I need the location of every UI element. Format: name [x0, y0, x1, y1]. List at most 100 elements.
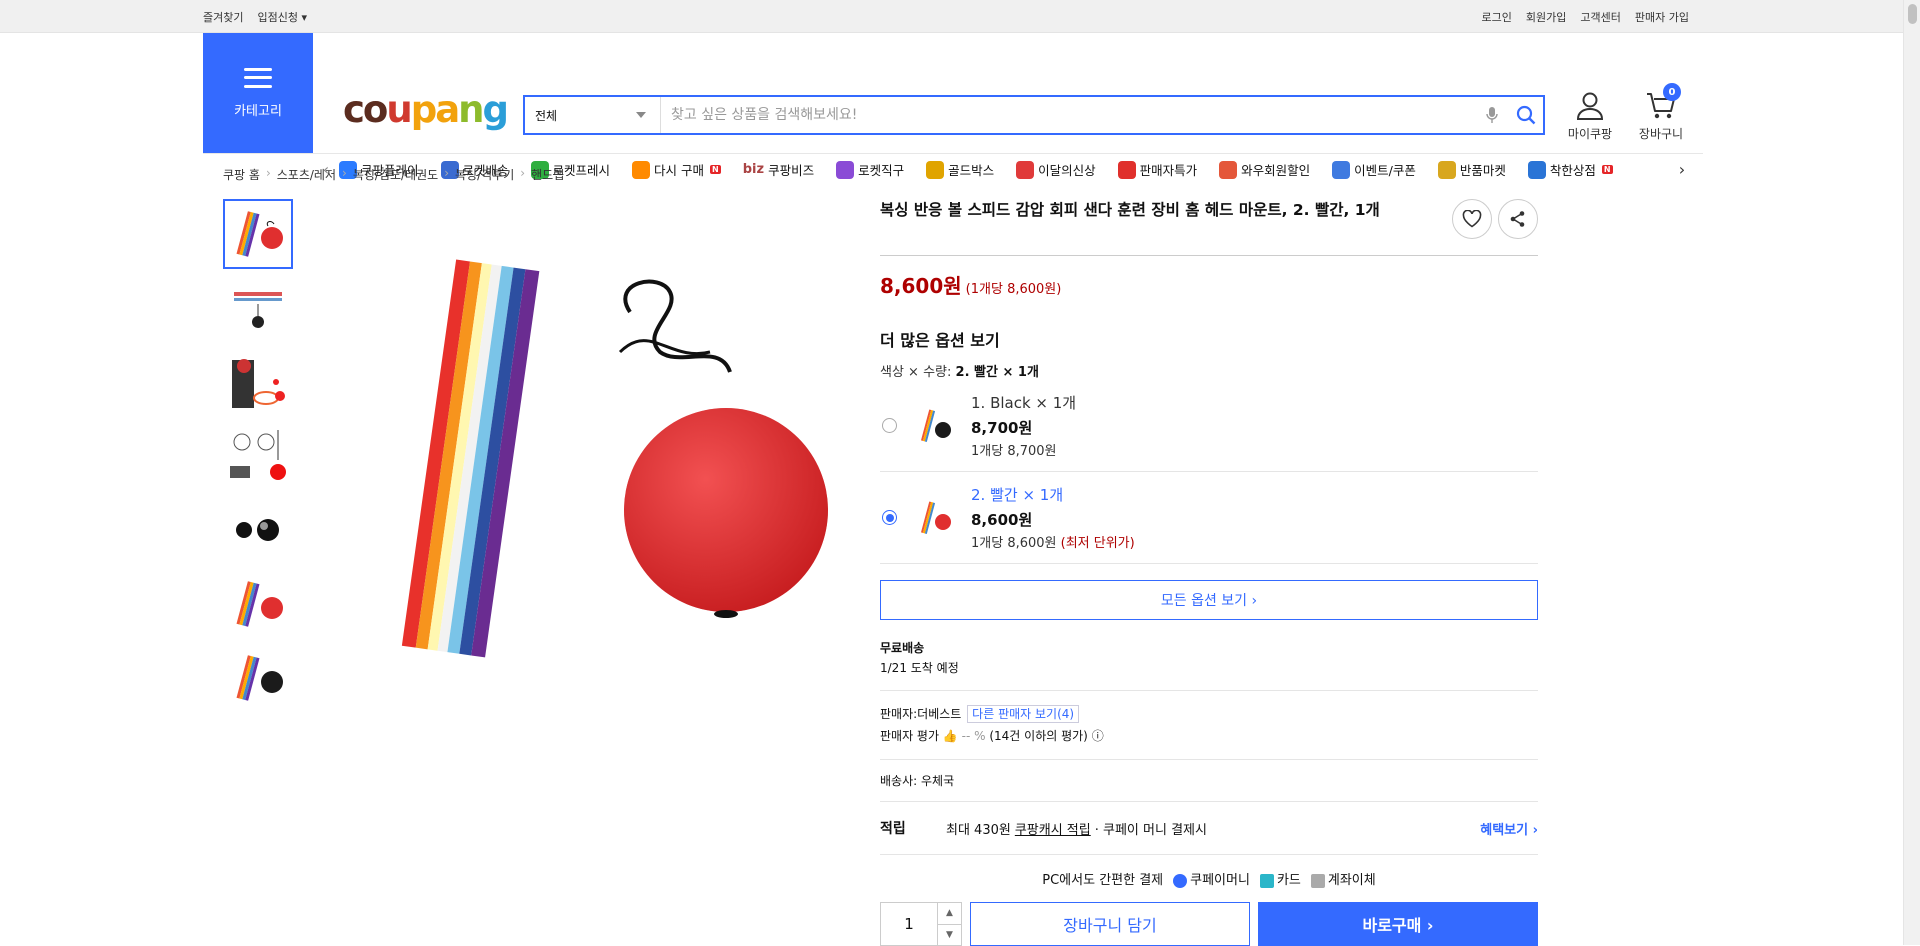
coupang-cash-link[interactable]: 쿠팡캐시 적립 — [1015, 819, 1091, 838]
category-label: 카테고리 — [234, 103, 282, 119]
all-options-button[interactable]: 모든 옵션 보기 › — [880, 580, 1538, 620]
customer-center-link[interactable]: 고객센터 — [1580, 9, 1620, 25]
search-icon[interactable] — [1509, 105, 1543, 125]
add-to-cart-button[interactable]: 장바구니 담기 — [970, 902, 1250, 946]
option-black[interactable]: 1. Black × 1개 8,700원 1개당 8,700원 — [880, 380, 1538, 472]
coupay-icon — [1173, 873, 1188, 888]
page-scrollbar[interactable] — [1903, 0, 1920, 945]
thumbnail-3[interactable] — [223, 347, 293, 417]
info-icon[interactable]: ⓘ — [1092, 729, 1104, 743]
purchase-row: 1 ▲ ▼ 장바구니 담기 바로구매 › — [880, 902, 1538, 946]
seller-apply-link[interactable]: 입점신청 — [257, 9, 307, 25]
breadcrumb-item[interactable]: 복싱/검도/태권도 — [353, 166, 438, 183]
header: 카테고리 coupang 전체 마이쿠팡 0 장바구니 ‹ 쿠팡플레이로켓배송로… — [0, 33, 1920, 179]
share-button[interactable] — [1498, 199, 1538, 239]
option-thumbnail — [920, 409, 951, 442]
gnb-item[interactable]: 와우회원할인 — [1219, 160, 1310, 179]
more-options-heading: 더 많은 옵션 보기 — [880, 331, 1000, 350]
thumbnail-1[interactable] — [223, 199, 293, 269]
gnb-item[interactable]: 로켓직구 — [836, 160, 904, 179]
thumbnail-7[interactable] — [223, 643, 293, 713]
hamburger-icon — [244, 67, 272, 88]
new-badge: N — [710, 165, 721, 174]
seller-sale-icon — [1117, 160, 1136, 179]
shop-icon — [1527, 160, 1546, 179]
option-radio[interactable] — [882, 418, 897, 433]
coupang-logo[interactable]: coupang — [343, 88, 509, 131]
payment-methods: PC에서도 간편한 결제 쿠페이머니 카드 계좌이체 — [1042, 873, 1376, 888]
thumbnail-list — [223, 199, 293, 713]
gnb-item[interactable]: 이벤트/쿠폰 — [1332, 160, 1416, 179]
card-icon — [1259, 873, 1274, 888]
shipping-info: 무료배송 1/21 도착 예정 — [880, 641, 959, 675]
product-title: 복싱 반응 볼 스피드 감압 회피 샌다 훈련 장비 홈 헤드 마운트, 2. … — [880, 201, 1380, 219]
header-divider — [203, 153, 1703, 154]
seller-info: 판매자:더베스트 다른 판매자 보기(4) 판매자 평가 👍 -- % (14건… — [880, 690, 1538, 747]
seller-signup-link[interactable]: 판매자 가입 — [1635, 9, 1689, 25]
top-utility-bar: 즐겨찾기 입점신청 로그인 회원가입 고객센터 판매자 가입 — [0, 0, 1920, 33]
breadcrumb-item[interactable]: 스포츠/레저 — [277, 166, 336, 183]
breadcrumb-item[interactable]: 복싱/격투기 — [455, 166, 514, 183]
wow-icon — [1219, 160, 1238, 179]
gnb-item[interactable]: 골드박스 — [926, 160, 994, 179]
thumbs-up-icon: 👍 — [942, 729, 958, 743]
decrease-icon[interactable]: ▼ — [938, 925, 961, 946]
chevron-right-icon[interactable]: › — [1669, 160, 1695, 179]
global-icon — [836, 160, 855, 179]
gnb-item[interactable]: 착한상점 N — [1527, 160, 1613, 179]
other-sellers-link[interactable]: 다른 판매자 보기(4) — [967, 705, 1080, 723]
coupon-icon — [1332, 160, 1351, 179]
mic-icon[interactable] — [1475, 106, 1509, 124]
thumbnail-4[interactable] — [223, 421, 293, 491]
search-input[interactable] — [661, 97, 1475, 133]
bank-icon — [1310, 873, 1325, 888]
signup-link[interactable]: 회원가입 — [1526, 9, 1566, 25]
user-icon — [1576, 92, 1604, 120]
sale-price: 8,600원 — [880, 274, 962, 298]
goldbox-icon — [926, 160, 945, 179]
quantity-stepper[interactable]: 1 ▲ ▼ — [880, 902, 962, 946]
product-main-image[interactable] — [380, 232, 860, 692]
bookmark-link[interactable]: 즐겨찾기 — [203, 9, 243, 25]
thumbnail-5[interactable] — [223, 495, 293, 565]
benefit-link[interactable]: 혜택보기 › — [1480, 819, 1538, 838]
breadcrumb-item[interactable]: 핸드랩 — [531, 166, 564, 183]
gnb-item[interactable]: 판매자특가 — [1117, 160, 1197, 179]
gnb-item[interactable]: 이달의신상 — [1016, 160, 1096, 179]
chevron-down-icon — [636, 112, 646, 118]
option-summary: 색상 × 수량: 2. 빨간 × 1개 — [880, 365, 1039, 380]
search-bar: 전체 — [523, 95, 1545, 135]
delivery-company: 배송사: 우체국 — [880, 759, 1538, 802]
product-info-panel: 복싱 반응 볼 스피드 감압 회피 샌다 훈련 장비 홈 헤드 마운트, 2. … — [880, 199, 1538, 946]
gnb-item[interactable]: 다시 구매 N — [632, 160, 721, 179]
unit-price: (1개당 8,600원) — [965, 282, 1062, 297]
login-link[interactable]: 로그인 — [1482, 9, 1512, 25]
reward-row: 적립 최대 430원 쿠팡캐시 적립 · 쿠페이 머니 결제시 혜택보기 › — [880, 802, 1538, 855]
search-category-select[interactable]: 전체 — [525, 97, 661, 133]
seller-name[interactable]: 더베스트 — [917, 707, 961, 721]
cart-count-badge: 0 — [1663, 83, 1681, 101]
new-badge: N — [1601, 165, 1613, 174]
increase-icon[interactable]: ▲ — [938, 903, 961, 925]
breadcrumb: 쿠팡 홈 › 스포츠/레저 › 복싱/검도/태권도 › 복싱/격투기 › 핸드랩 — [223, 166, 565, 183]
mycoupang-button[interactable]: 마이쿠팡 — [1560, 91, 1620, 142]
new-icon — [1016, 160, 1035, 179]
category-menu-button[interactable]: 카테고리 — [203, 33, 313, 153]
thumbnail-6[interactable] — [223, 569, 293, 639]
wishlist-button[interactable] — [1452, 199, 1492, 239]
return-icon — [1437, 160, 1456, 179]
quantity-input[interactable]: 1 — [881, 903, 937, 945]
cart-button[interactable]: 0 장바구니 — [1631, 83, 1691, 142]
buy-now-button[interactable]: 바로구매 › — [1258, 902, 1538, 946]
breadcrumb-item[interactable]: 쿠팡 홈 — [223, 166, 260, 183]
option-radio-selected[interactable] — [882, 510, 897, 525]
heart-icon — [1462, 210, 1482, 228]
share-icon — [1510, 211, 1525, 227]
gnb-item[interactable]: biz 쿠팡비즈 — [743, 160, 814, 179]
gnb-item[interactable]: 반품마켓 — [1437, 160, 1506, 179]
option-thumbnail — [920, 501, 951, 534]
biz-icon: biz — [742, 162, 765, 177]
thumbnail-2[interactable] — [223, 273, 293, 343]
option-red[interactable]: 2. 빨간 × 1개 8,600원 1개당 8,600원 (최저 단위가) — [880, 472, 1538, 564]
rebuy-icon — [632, 160, 651, 179]
